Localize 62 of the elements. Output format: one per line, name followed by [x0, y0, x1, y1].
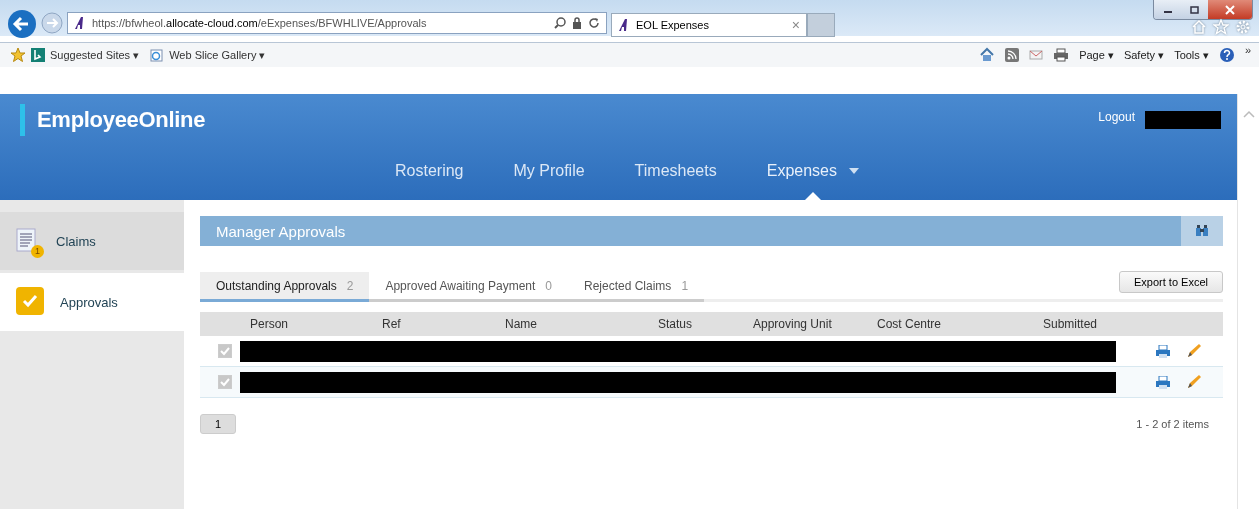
checkbox[interactable]	[218, 344, 232, 358]
nav-tab[interactable]: My Profile	[513, 154, 585, 200]
printer-icon[interactable]	[1053, 48, 1070, 62]
pencil-icon[interactable]	[1186, 374, 1202, 390]
favorites-link[interactable]: Web Slice Gallery ▾	[169, 48, 266, 62]
search-button[interactable]	[1181, 216, 1223, 246]
web-page-icon	[150, 48, 165, 62]
pencil-icon[interactable]	[1186, 343, 1202, 359]
help-icon[interactable]	[1218, 47, 1235, 63]
column-header: Ref	[382, 317, 401, 331]
bing-logo-icon	[31, 48, 45, 62]
page-button[interactable]: 1	[200, 414, 237, 434]
logout-link[interactable]: Logout	[1098, 110, 1135, 124]
lock-icon	[572, 17, 582, 29]
favorites-link[interactable]: Suggested Sites ▾	[50, 48, 140, 62]
caret-icon	[849, 168, 859, 174]
tab[interactable]: Rejected Claims 1	[568, 272, 705, 302]
close-icon[interactable]	[1208, 0, 1252, 19]
command-bar-menu[interactable]: Tools ▾	[1174, 48, 1209, 62]
refresh-icon[interactable]	[588, 17, 600, 29]
tab[interactable]: Approved Awaiting Payment 0	[369, 272, 568, 302]
pager-summary: 1 - 2 of 2 items	[1136, 418, 1209, 430]
column-header: Status	[658, 317, 693, 331]
mail-icon[interactable]	[1029, 49, 1044, 61]
tab[interactable]: Outstanding Approvals 2	[200, 272, 370, 302]
app-logo[interactable]: EmployeeOnline	[20, 104, 206, 136]
more-chevron[interactable]: »	[1244, 44, 1251, 56]
printer-icon[interactable]	[1156, 344, 1170, 358]
checkbox[interactable]	[218, 375, 232, 389]
rss-feed-icon[interactable]	[1005, 48, 1020, 62]
count-badge: 1	[31, 245, 44, 258]
command-bar-menu[interactable]: Safety ▾	[1123, 48, 1165, 62]
browser-tab[interactable]: EOL Expenses ×	[611, 13, 807, 37]
url-text: https://bfwheol.allocate-cloud.com/eExpenses/BFWHLIVE/Approvals	[92, 17, 428, 29]
nav-tab[interactable]: Timesheets	[634, 154, 717, 200]
home-icon[interactable]	[979, 47, 996, 63]
nav-tab[interactable]: Rostering	[395, 154, 464, 200]
export-button[interactable]: Export to Excel	[1119, 271, 1223, 293]
tab-close-button[interactable]: ×	[791, 17, 800, 33]
search-icon[interactable]	[554, 17, 566, 29]
site-logo-icon	[74, 16, 86, 30]
column-header: Approving Unit	[753, 317, 832, 331]
home-icon[interactable]	[1191, 19, 1207, 35]
sidebar-item[interactable]: Approvals	[0, 273, 184, 334]
sidebar-item[interactable]: 1 Claims	[0, 212, 184, 273]
binoculars-icon	[1195, 225, 1209, 237]
restore-icon[interactable]	[1181, 0, 1208, 19]
column-header: Person	[250, 317, 289, 331]
star-icon[interactable]	[1213, 19, 1229, 35]
nav-tab[interactable]: Expenses	[766, 154, 859, 200]
minimize-icon[interactable]	[1154, 0, 1181, 19]
address-bar[interactable]: https://bfwheol.allocate-cloud.com/eExpenses/BFWHLIVE/Approvals	[67, 12, 607, 34]
panel-title: Manager Approvals	[215, 222, 347, 240]
column-header: Cost Centre	[877, 317, 942, 331]
printer-icon[interactable]	[1156, 375, 1170, 389]
column-header: Name	[505, 317, 537, 331]
checkmark-icon	[16, 286, 44, 318]
column-header: Submitted	[1043, 317, 1098, 331]
site-logo-icon	[618, 18, 630, 32]
settings-icon[interactable]	[1235, 19, 1251, 35]
favorites-star-icon[interactable]	[10, 47, 26, 63]
command-bar-menu[interactable]: Page ▾	[1079, 48, 1114, 62]
